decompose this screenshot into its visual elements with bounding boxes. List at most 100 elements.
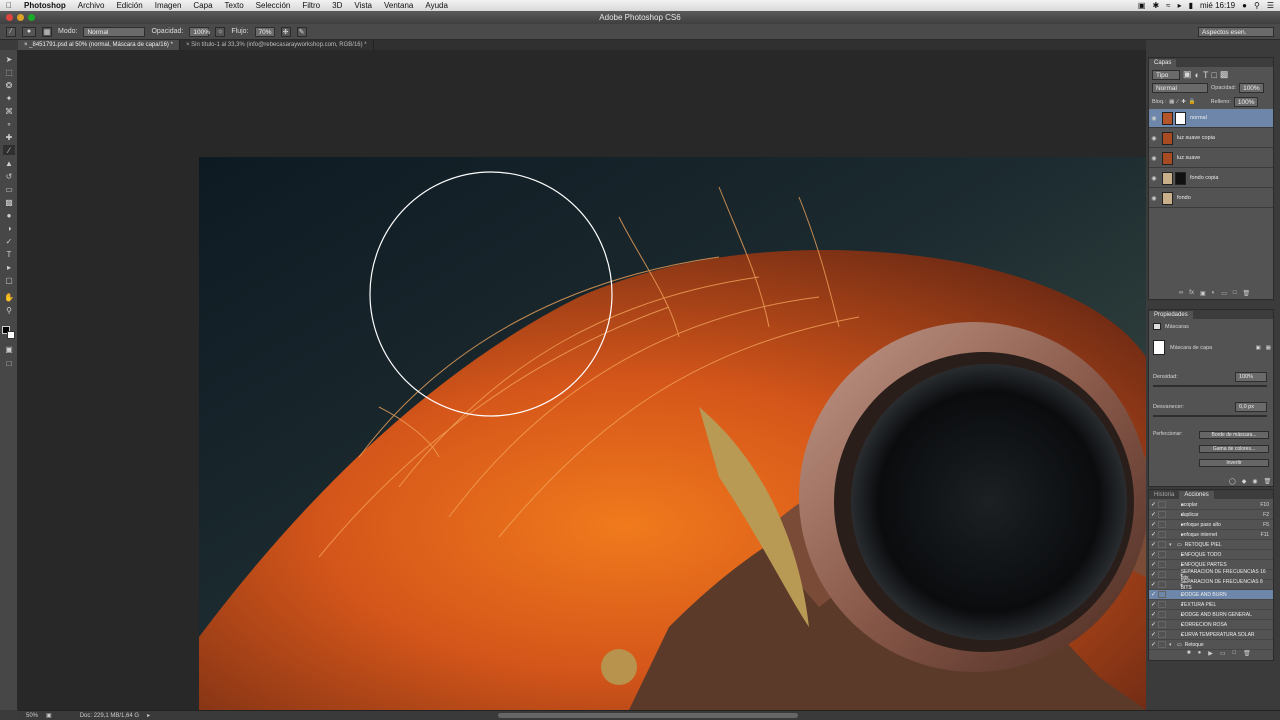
clock[interactable]: mié 16:19	[1200, 1, 1235, 10]
record-icon[interactable]: ●	[1198, 650, 1202, 657]
adjustment-layer-icon[interactable]: ◐	[1212, 290, 1216, 297]
lock-pixels-icon[interactable]: ∕	[1177, 99, 1178, 105]
workspace-select[interactable]: Aspectos esen.	[1198, 26, 1274, 37]
bluetooth-icon[interactable]: ✱	[1152, 1, 1159, 10]
tab-propiedades[interactable]: Propiedades	[1149, 311, 1193, 319]
spotlight-icon[interactable]: ⚲	[1254, 1, 1260, 10]
filter-smart-icon[interactable]: ▩	[1220, 69, 1229, 80]
action-item[interactable]: ✓ ▸ duplicar F2	[1149, 510, 1273, 520]
visibility-eye-icon[interactable]: ◉	[1149, 135, 1159, 142]
eraser-tool-icon[interactable]: ▭	[3, 184, 15, 194]
new-layer-icon[interactable]: □	[1233, 290, 1237, 297]
pen-tool-icon[interactable]: ✓	[3, 236, 15, 246]
layer-mask-thumbnail[interactable]	[1175, 111, 1186, 125]
lock-position-icon[interactable]: ✚	[1181, 99, 1186, 105]
feather-input[interactable]: 0,0 px	[1235, 402, 1267, 412]
lock-transparency-icon[interactable]: ▦	[1169, 99, 1174, 105]
delete-layer-icon[interactable]: 🗑	[1243, 290, 1251, 297]
menu-capa[interactable]: Capa	[187, 1, 218, 10]
new-action-icon[interactable]: □	[1233, 650, 1237, 657]
menu-vista[interactable]: Vista	[348, 1, 378, 10]
layer-row[interactable]: ◉ normal	[1149, 109, 1273, 128]
lasso-tool-icon[interactable]: ❂	[3, 80, 15, 90]
tab-capas[interactable]: Capas	[1149, 59, 1177, 67]
delete-action-icon[interactable]: 🗑	[1243, 650, 1251, 657]
add-mask-icon[interactable]: ▣	[1200, 290, 1206, 297]
blur-tool-icon[interactable]: ●	[3, 210, 15, 220]
zoom-tool-icon[interactable]: ⚲	[3, 305, 15, 315]
horizontal-scrollbar[interactable]	[498, 713, 798, 718]
visibility-eye-icon[interactable]: ◉	[1149, 175, 1159, 182]
menu-app[interactable]: Photoshop	[18, 1, 72, 10]
list-icon[interactable]: ☰	[1267, 1, 1274, 10]
history-brush-tool-icon[interactable]: ↺	[3, 171, 15, 181]
quick-mask-icon[interactable]: ▣	[3, 344, 15, 354]
layer-row[interactable]: ◉ luz suave	[1149, 149, 1273, 168]
brush-tool-preset-icon[interactable]: ∕	[6, 26, 16, 37]
tab-document-psd[interactable]: × _8451791.psd al 50% (normal, Máscara d…	[18, 40, 180, 50]
flow-input[interactable]: 70%	[254, 26, 275, 37]
move-tool-icon[interactable]: ➤	[3, 54, 15, 64]
mode-select[interactable]: Normal	[83, 26, 146, 37]
action-item[interactable]: ✓ ▸ DODGE AND BURN GENERAL	[1149, 610, 1273, 620]
density-input[interactable]: 100%	[1235, 372, 1267, 382]
action-item[interactable]: ✓ ▸ SEPARACION DE FRECUENCIAS 8 BITS	[1149, 579, 1273, 591]
color-range-button[interactable]: Gama de colores...	[1199, 445, 1269, 453]
shape-tool-icon[interactable]: ▢	[3, 275, 15, 285]
tab-document-untitled[interactable]: × Sin título-1 al 33,3% (info@rebecasara…	[180, 40, 374, 50]
layer-opacity-input[interactable]: 100%	[1239, 83, 1264, 93]
lock-all-icon[interactable]: 🔒	[1189, 99, 1196, 105]
opacity-input[interactable]: 100%	[189, 26, 210, 37]
menu-3d[interactable]: 3D	[326, 1, 348, 10]
new-set-icon[interactable]: ▭	[1220, 650, 1226, 657]
screen-mode-icon[interactable]: □	[3, 358, 15, 368]
tab-acciones[interactable]: Acciones	[1179, 491, 1214, 499]
type-tool-icon[interactable]: T	[3, 249, 15, 259]
brush-tool-icon[interactable]: ∕	[3, 145, 15, 155]
clone-stamp-tool-icon[interactable]: ▲	[3, 158, 15, 168]
menu-ventana[interactable]: Ventana	[378, 1, 419, 10]
wifi-icon[interactable]: ≈	[1166, 1, 1170, 10]
apple-icon[interactable]: 	[0, 1, 18, 10]
dodge-tool-icon[interactable]: ◑	[3, 223, 15, 233]
document-canvas[interactable]	[199, 157, 1146, 710]
menu-filtro[interactable]: Filtro	[296, 1, 326, 10]
menu-edicion[interactable]: Edición	[110, 1, 148, 10]
mask-edge-button[interactable]: Borde de máscara...	[1199, 431, 1269, 439]
toggle-mask-icon[interactable]: ◉	[1252, 478, 1257, 485]
menu-archivo[interactable]: Archivo	[72, 1, 111, 10]
feather-slider[interactable]	[1153, 415, 1267, 417]
vector-mask-icon[interactable]: ▦	[1266, 345, 1271, 351]
airbrush-icon[interactable]: ❉	[280, 26, 291, 37]
layer-mask-thumbnail[interactable]	[1175, 171, 1186, 185]
path-select-tool-icon[interactable]: ▸	[3, 262, 15, 272]
close-window-button[interactable]	[6, 14, 13, 21]
stop-recording-icon[interactable]: ■	[1187, 650, 1191, 657]
menu-ayuda[interactable]: Ayuda	[419, 1, 454, 10]
visibility-eye-icon[interactable]: ◉	[1149, 155, 1159, 162]
tab-historia[interactable]: Historia	[1149, 491, 1179, 499]
minimize-window-button[interactable]	[17, 14, 24, 21]
marquee-tool-icon[interactable]: ⬚	[3, 67, 15, 77]
zoom-level[interactable]: 50%	[26, 713, 38, 719]
action-set[interactable]: ✓ ▾ ▭ Retoque	[1149, 640, 1273, 650]
volume-icon[interactable]: ▸	[1178, 1, 1182, 10]
menu-texto[interactable]: Texto	[219, 1, 250, 10]
fill-input[interactable]: 100%	[1233, 97, 1259, 107]
filter-shape-icon[interactable]: □	[1211, 70, 1216, 80]
action-item[interactable]: ✓ ▸ DODGE AND BURN	[1149, 590, 1273, 600]
background-color-swatch[interactable]	[7, 331, 15, 339]
brush-panel-toggle-icon[interactable]: ▦	[42, 26, 52, 37]
apply-mask-icon[interactable]: ◆	[1242, 478, 1247, 485]
eyedropper-tool-icon[interactable]: ∘	[3, 119, 15, 129]
action-set[interactable]: ✓ ▾ ▭ RETOQUE PIEL	[1149, 540, 1273, 550]
visibility-eye-icon[interactable]: ◉	[1149, 195, 1159, 202]
action-item[interactable]: ✓ ▸ enfoque internet F11	[1149, 530, 1273, 540]
action-item[interactable]: ✓ ▸ CORRECION ROSA	[1149, 620, 1273, 630]
healing-brush-tool-icon[interactable]: ✚	[3, 132, 15, 142]
action-item[interactable]: ✓ ▸ CURVA TEMPERATURA SOLAR	[1149, 630, 1273, 640]
crop-tool-icon[interactable]: ⌘	[3, 106, 15, 116]
photo-steampunk-goggles[interactable]	[199, 157, 1146, 710]
status-menu-arrow[interactable]: ▸	[147, 712, 150, 719]
status-icon[interactable]: ▣	[46, 712, 52, 719]
